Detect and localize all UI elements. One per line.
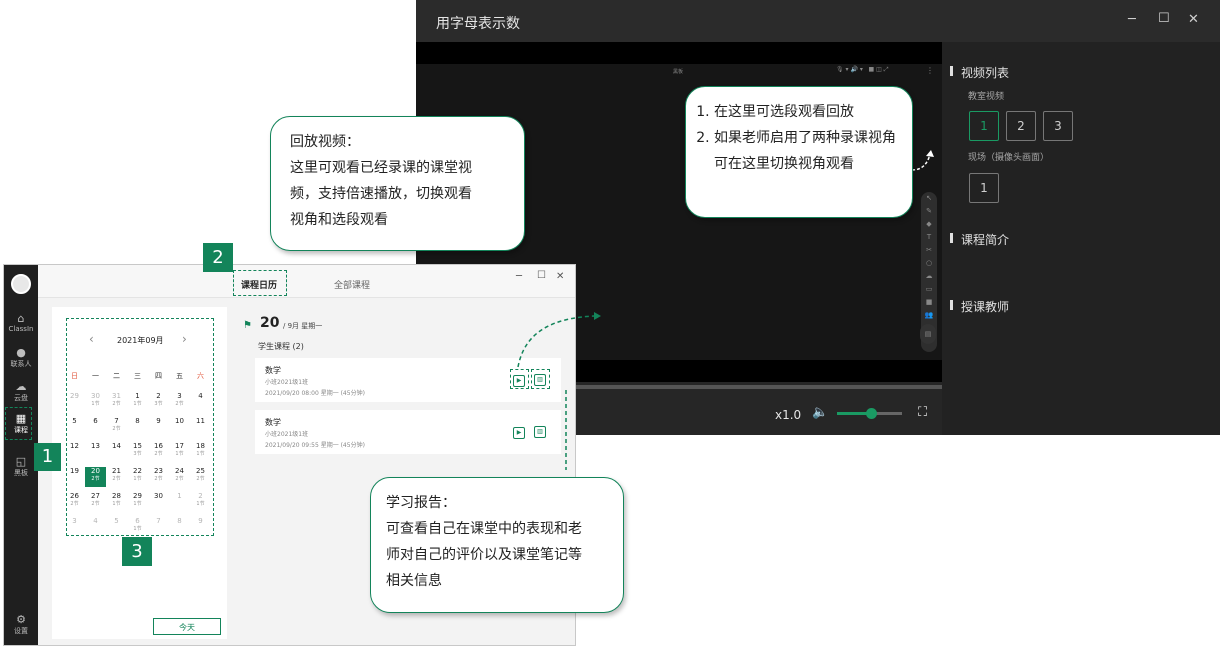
- callout-line: 学习报告：: [386, 495, 456, 511]
- callout-line: 频，支持倍速播放，切换观看: [290, 186, 472, 202]
- tip-item: 在这里可选段观看回放: [714, 99, 902, 125]
- tips-list: 在这里可选段观看回放 如果老师启用了两种录课视角可在这里切换视角观看: [690, 99, 902, 177]
- tip-item: 如果老师启用了两种录课视角可在这里切换视角观看: [714, 125, 902, 177]
- report-callout: 学习报告： 可查看自己在课堂中的表现和老 师对自己的评价以及课堂笔记等 相关信息: [370, 477, 624, 613]
- replay-callout: 回放视频： 这里可观看已经录课的课堂视 频，支持倍速播放，切换观看 视角和选段观…: [270, 116, 525, 251]
- callout-line: 这里可观看已经录课的课堂视: [290, 160, 472, 176]
- callout-line: 回放视频：: [290, 134, 360, 150]
- callout-line: 可查看自己在课堂中的表现和老: [386, 521, 582, 537]
- callout-line: 师对自己的评价以及课堂笔记等: [386, 547, 582, 563]
- callout-line: 相关信息: [386, 573, 442, 589]
- segment-tips-callout: 在这里可选段观看回放 如果老师启用了两种录课视角可在这里切换视角观看: [685, 86, 913, 218]
- callout-line: 视角和选段观看: [290, 212, 388, 228]
